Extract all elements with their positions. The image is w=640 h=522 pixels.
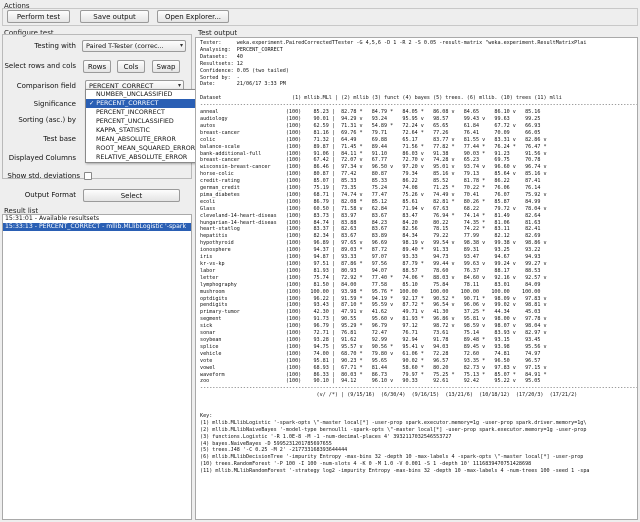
- cols-button[interactable]: Cols: [117, 60, 145, 73]
- test-output-title: Test output: [198, 29, 238, 37]
- perform-test-button[interactable]: Perform test: [7, 10, 70, 23]
- result-list-item-selected[interactable]: 15:33:13 - PERCENT_CORRECT - mllib.MLlib…: [3, 223, 191, 231]
- comparison-field-label: Comparison field: [16, 82, 76, 90]
- result-list[interactable]: 15:31:01 - Available resultsets 15:33:13…: [2, 214, 192, 520]
- testing-with-combo[interactable]: Paired T-Tester (correc... ▾: [82, 40, 186, 52]
- rows-button[interactable]: Rows: [83, 60, 111, 73]
- open-explorer-button[interactable]: Open Explorer...: [157, 10, 229, 23]
- test-output-area[interactable]: Tester: weka.experiment.PairedCorrectedT…: [195, 37, 638, 520]
- displayed-columns-label: Displayed Columns: [8, 154, 76, 162]
- chevron-down-icon: ▾: [177, 82, 181, 89]
- test-base-label: Test base: [43, 135, 76, 143]
- dropdown-option-label: PERCENT_CORRECT: [96, 100, 159, 107]
- sorting-label: Sorting (asc.) by: [18, 116, 76, 124]
- output-format-label: Output Format: [24, 191, 76, 199]
- show-std-label: Show std. deviations: [7, 172, 80, 180]
- show-std-checkbox[interactable]: [84, 172, 92, 180]
- select-rows-cols-label: Select rows and cols: [4, 62, 76, 70]
- chevron-down-icon: ▾: [179, 42, 183, 49]
- output-format-select-button[interactable]: Select: [83, 189, 180, 202]
- testing-with-label: Testing with: [34, 42, 76, 50]
- significance-label: Significance: [33, 100, 76, 108]
- testing-with-value: Paired T-Tester (correc...: [86, 42, 164, 50]
- result-list-item[interactable]: 15:31:01 - Available resultsets: [3, 215, 191, 223]
- save-output-button[interactable]: Save output: [80, 10, 149, 23]
- test-output-text: Tester: weka.experiment.PairedCorrectedT…: [200, 40, 638, 475]
- swap-button[interactable]: Swap: [152, 60, 180, 73]
